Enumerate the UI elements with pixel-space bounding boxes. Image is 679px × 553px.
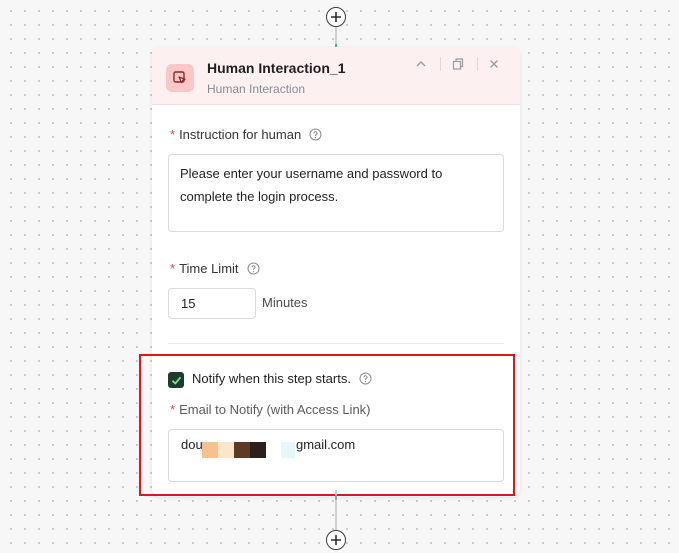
email-value-suffix: gmail.com <box>296 437 356 452</box>
collapse-button[interactable] <box>412 55 430 73</box>
time-limit-unit: Minutes <box>262 295 308 310</box>
time-limit-label: * Time Limit <box>170 261 260 276</box>
help-icon[interactable] <box>247 262 260 275</box>
human-interaction-icon <box>166 64 194 92</box>
close-icon <box>490 60 498 68</box>
add-step-button-bottom[interactable] <box>326 530 346 550</box>
required-mark: * <box>170 261 176 276</box>
email-input[interactable]: dou gmail.com <box>168 429 504 482</box>
header-divider <box>440 57 441 71</box>
help-icon[interactable] <box>309 128 322 141</box>
connector-line-top <box>335 27 337 49</box>
instruction-label: * Instruction for human <box>170 127 322 142</box>
notify-label: Notify when this step starts. <box>192 371 372 386</box>
redaction-block <box>234 442 250 458</box>
notify-checkbox[interactable] <box>168 372 184 388</box>
copy-button[interactable] <box>449 55 467 73</box>
node-title: Human Interaction_1 <box>207 60 346 76</box>
email-label-text: Email to Notify (with Access Link) <box>179 402 371 417</box>
notify-label-text: Notify when this step starts. <box>192 371 351 386</box>
time-limit-input[interactable]: 15 <box>168 288 256 319</box>
help-icon[interactable] <box>359 372 372 385</box>
node-header: Human Interaction_1 Human Interaction <box>152 47 520 105</box>
check-icon <box>171 376 181 385</box>
redaction-block <box>218 442 234 458</box>
time-limit-label-text: Time Limit <box>179 261 239 276</box>
chevron-up-icon <box>416 61 426 67</box>
plus-icon <box>331 535 341 545</box>
instruction-textarea[interactable]: Please enter your username and password … <box>168 154 504 232</box>
required-mark: * <box>170 127 176 142</box>
copy-icon <box>452 58 464 70</box>
email-value-prefix: dou <box>181 437 203 452</box>
redaction-block <box>250 442 266 458</box>
instruction-label-text: Instruction for human <box>179 127 302 142</box>
redaction-block <box>202 442 218 458</box>
close-button[interactable] <box>485 55 503 73</box>
email-label: * Email to Notify (with Access Link) <box>170 402 371 417</box>
connector-line-bottom <box>335 490 337 530</box>
redaction-block <box>281 442 295 458</box>
header-divider <box>477 57 478 71</box>
node-card: Human Interaction_1 Human Interaction * … <box>152 47 520 497</box>
node-subtitle: Human Interaction <box>207 82 306 96</box>
add-step-button-top[interactable] <box>326 7 346 27</box>
plus-icon <box>331 12 341 22</box>
required-mark: * <box>170 402 176 417</box>
section-divider <box>168 343 504 344</box>
